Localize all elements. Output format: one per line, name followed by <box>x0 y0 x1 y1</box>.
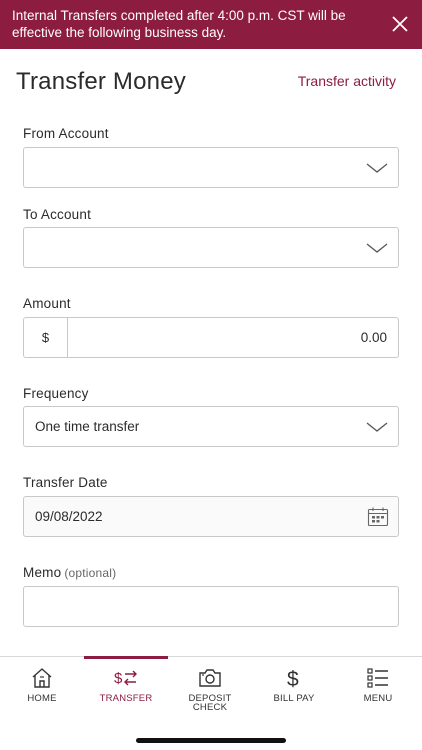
camera-icon <box>198 666 222 690</box>
svg-text:$: $ <box>114 670 123 687</box>
to-account-select[interactable] <box>23 227 399 268</box>
chevron-down-icon <box>366 239 388 257</box>
notice-text: Internal Transfers completed after 4:00 … <box>12 8 346 40</box>
tab-menu[interactable]: MENU <box>336 657 420 717</box>
bottom-tab-bar: HOME $ TRANSFER DEPOSIT CHECK $ BILL PAY… <box>0 656 422 750</box>
calendar-icon[interactable] <box>367 506 389 528</box>
memo-optional-hint: (optional) <box>64 566 117 580</box>
home-icon <box>30 666 54 690</box>
frequency-select[interactable]: One time transfer <box>23 406 399 447</box>
frequency-label: Frequency <box>23 386 89 401</box>
chevron-down-icon <box>366 418 388 436</box>
tab-deposit-check-label: DEPOSIT CHECK <box>188 693 232 713</box>
amount-field[interactable]: $ 0.00 <box>23 317 399 358</box>
memo-input[interactable] <box>23 586 399 627</box>
close-icon[interactable] <box>390 14 410 34</box>
tab-menu-label: MENU <box>363 693 393 704</box>
tab-transfer[interactable]: $ TRANSFER <box>84 656 168 717</box>
tab-home-label: HOME <box>27 693 57 704</box>
memo-label: Memo (optional) <box>23 565 116 580</box>
notice-banner: Internal Transfers completed after 4:00 … <box>0 0 422 49</box>
home-indicator[interactable] <box>136 738 286 743</box>
tab-deposit-check[interactable]: DEPOSIT CHECK <box>168 657 252 717</box>
tab-bill-pay-label: BILL PAY <box>273 693 315 704</box>
dollar-icon: $ <box>282 666 306 690</box>
tab-bill-pay[interactable]: $ BILL PAY <box>252 657 336 717</box>
transfer-date-value: 09/08/2022 <box>35 509 103 524</box>
page-header: Transfer Money Transfer activity <box>0 49 422 111</box>
amount-label: Amount <box>23 296 71 311</box>
memo-label-text: Memo <box>23 565 62 580</box>
menu-icon <box>366 666 390 690</box>
svg-text:$: $ <box>287 668 299 690</box>
chevron-down-icon <box>366 159 388 177</box>
transfer-activity-link[interactable]: Transfer activity <box>298 73 396 89</box>
from-account-label: From Account <box>23 126 109 141</box>
tab-home[interactable]: HOME <box>0 657 84 717</box>
frequency-value: One time transfer <box>35 419 140 434</box>
from-account-select[interactable] <box>23 147 399 188</box>
page-title: Transfer Money <box>16 68 186 95</box>
to-account-label: To Account <box>23 207 92 222</box>
tab-transfer-label: TRANSFER <box>99 693 153 704</box>
amount-value[interactable]: 0.00 <box>361 330 387 345</box>
currency-prefix: $ <box>24 318 68 357</box>
transfer-date-label: Transfer Date <box>23 475 108 490</box>
transfer-icon: $ <box>114 666 138 690</box>
transfer-date-field[interactable]: 09/08/2022 <box>23 496 399 537</box>
